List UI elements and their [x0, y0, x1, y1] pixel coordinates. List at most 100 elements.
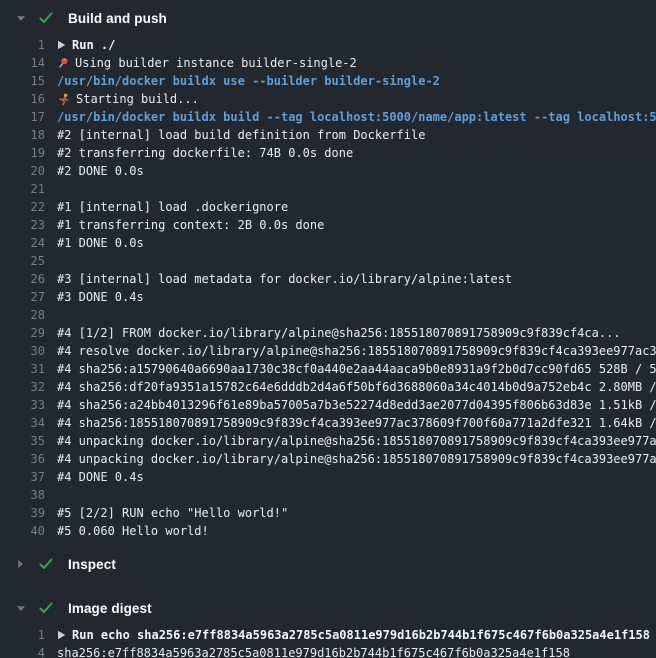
chevron-down-icon[interactable] — [15, 605, 26, 612]
log-line-text[interactable]: Run echo sha256:e7ff8834a5963a2785c5a081… — [72, 628, 650, 642]
log-line-number[interactable]: 16 — [0, 92, 45, 106]
log-line: 25 — [0, 252, 656, 270]
log-line-number[interactable]: 35 — [0, 434, 45, 448]
log-line-number[interactable]: 38 — [0, 488, 45, 502]
log-line-number[interactable]: 40 — [0, 524, 45, 538]
section-title: Image digest — [68, 601, 152, 616]
log-line-text: #4 sha256:a15790640a6690aa1730c38cf0a440… — [57, 362, 656, 376]
log-line: 40 #5 0.060 Hello world! — [0, 522, 656, 540]
log-line: 27 #3 DONE 0.4s — [0, 288, 656, 306]
log-line-text: #5 0.060 Hello world! — [57, 524, 209, 538]
log-line-number[interactable]: 36 — [0, 452, 45, 466]
log-line: 1 Run ./ — [0, 36, 656, 54]
section-header-inspect[interactable]: Inspect — [0, 546, 656, 582]
log-line-text: #4 [1/2] FROM docker.io/library/alpine@s… — [57, 326, 621, 340]
log-line-content: #4 unpacking docker.io/library/alpine@sh… — [57, 434, 656, 448]
log-line-text: #2 [internal] load build definition from… — [57, 128, 425, 142]
log-line-content: #3 [internal] load metadata for docker.i… — [57, 272, 512, 286]
log-line-text: Starting build... — [76, 92, 199, 106]
log-line-text: #4 unpacking docker.io/library/alpine@sh… — [57, 452, 656, 466]
log-section-image-digest: Image digest 1 Run echo sha256:e7ff8834a… — [0, 590, 656, 658]
section-header-build-and-push[interactable]: Build and push — [0, 0, 656, 36]
log-line-text: #4 sha256:185518070891758909c9f839cf4ca3… — [57, 416, 656, 430]
log-section-build-and-push: Build and push 1 Run ./ 14 Using builder… — [0, 0, 656, 540]
log-line-text: #1 transferring context: 2B 0.0s done — [57, 218, 324, 232]
log-line: 21 — [0, 180, 656, 198]
log-line-content: /usr/bin/docker buildx build --tag local… — [57, 110, 656, 124]
log-line-number[interactable]: 33 — [0, 398, 45, 412]
play-icon[interactable] — [57, 40, 66, 50]
log-line-number[interactable]: 25 — [0, 254, 45, 268]
log-line-text: #4 sha256:a24bb4013296f61e89ba57005a7b3e… — [57, 398, 656, 412]
pushpin-icon — [57, 57, 69, 70]
log-line: 18 #2 [internal] load build definition f… — [0, 126, 656, 144]
play-icon[interactable] — [57, 630, 66, 640]
log-line-content: Using builder instance builder-single-2 — [57, 56, 357, 70]
log-line-number[interactable]: 1 — [0, 628, 45, 642]
log-line-number[interactable]: 24 — [0, 236, 45, 250]
log-line: 36 #4 unpacking docker.io/library/alpine… — [0, 450, 656, 468]
log-line-content: #4 [1/2] FROM docker.io/library/alpine@s… — [57, 326, 621, 340]
log-line-content: #4 sha256:185518070891758909c9f839cf4ca3… — [57, 416, 656, 430]
log-line-text: Using builder instance builder-single-2 — [75, 56, 357, 70]
log-line-number[interactable]: 20 — [0, 164, 45, 178]
log-line-number[interactable]: 27 — [0, 290, 45, 304]
log-line-number[interactable]: 21 — [0, 182, 45, 196]
log-line-number[interactable]: 26 — [0, 272, 45, 286]
log-line: 4 sha256:e7ff8834a5963a2785c5a0811e979d1… — [0, 644, 656, 658]
log-line-number[interactable]: 29 — [0, 326, 45, 340]
log-line-number[interactable]: 37 — [0, 470, 45, 484]
log-line-content: Run echo sha256:e7ff8834a5963a2785c5a081… — [57, 628, 650, 642]
runner-icon — [57, 93, 70, 106]
log-line-text: #4 sha256:df20fa9351a15782c64e6dddb2d4a6… — [57, 380, 656, 394]
log-line-number[interactable]: 31 — [0, 362, 45, 376]
log-line-number[interactable]: 32 — [0, 380, 45, 394]
log-line-content: #4 sha256:df20fa9351a15782c64e6dddb2d4a6… — [57, 380, 656, 394]
log-line-content: #4 sha256:a15790640a6690aa1730c38cf0a440… — [57, 362, 656, 376]
log-line-number[interactable]: 4 — [0, 646, 45, 658]
log-line-content: #2 DONE 0.0s — [57, 164, 144, 178]
section-title: Build and push — [68, 11, 167, 26]
log-line-number[interactable]: 1 — [0, 38, 45, 52]
log-line-number[interactable]: 28 — [0, 308, 45, 322]
log-line: 20 #2 DONE 0.0s — [0, 162, 656, 180]
section-header-image-digest[interactable]: Image digest — [0, 590, 656, 626]
log-line-text[interactable]: Run ./ — [72, 38, 115, 52]
log-line: 22 #1 [internal] load .dockerignore — [0, 198, 656, 216]
chevron-down-icon[interactable] — [15, 15, 26, 22]
log-line-text: #1 [internal] load .dockerignore — [57, 200, 288, 214]
log-line-number[interactable]: 23 — [0, 218, 45, 232]
log-line: 28 — [0, 306, 656, 324]
log-line-text: sha256:e7ff8834a5963a2785c5a0811e979d16b… — [57, 646, 570, 658]
log-line-number[interactable]: 17 — [0, 110, 45, 124]
log-line-text: /usr/bin/docker buildx build --tag local… — [57, 110, 656, 124]
log-line: 17 /usr/bin/docker buildx build --tag lo… — [0, 108, 656, 126]
log-line-number[interactable]: 19 — [0, 146, 45, 160]
log-line-text: #4 DONE 0.4s — [57, 470, 144, 484]
log-line-number[interactable]: 18 — [0, 128, 45, 142]
log-line-number[interactable]: 14 — [0, 56, 45, 70]
log-line-number[interactable]: 39 — [0, 506, 45, 520]
log-line-text: #2 DONE 0.0s — [57, 164, 144, 178]
log-line-number[interactable]: 34 — [0, 416, 45, 430]
log-line: 37 #4 DONE 0.4s — [0, 468, 656, 486]
log-sections: Build and push 1 Run ./ 14 Using builder… — [0, 0, 656, 658]
log-line-content: #1 [internal] load .dockerignore — [57, 200, 288, 214]
log-line: 35 #4 unpacking docker.io/library/alpine… — [0, 432, 656, 450]
success-check-icon — [39, 558, 53, 570]
log-line: 33 #4 sha256:a24bb4013296f61e89ba57005a7… — [0, 396, 656, 414]
log-line-text: /usr/bin/docker buildx use --builder bui… — [57, 74, 440, 88]
log-line: 32 #4 sha256:df20fa9351a15782c64e6dddb2d… — [0, 378, 656, 396]
log-line-content: #2 transferring dockerfile: 74B 0.0s don… — [57, 146, 353, 160]
log-line-content: #1 DONE 0.0s — [57, 236, 144, 250]
success-check-icon — [39, 602, 53, 614]
log-line-content: #5 [2/2] RUN echo "Hello world!" — [57, 506, 288, 520]
log-line-number[interactable]: 15 — [0, 74, 45, 88]
log-line-content: #4 sha256:a24bb4013296f61e89ba57005a7b3e… — [57, 398, 656, 412]
chevron-right-icon[interactable] — [15, 559, 26, 569]
log-line-content: #4 resolve docker.io/library/alpine@sha2… — [57, 344, 656, 358]
log-line: 29 #4 [1/2] FROM docker.io/library/alpin… — [0, 324, 656, 342]
log-line-number[interactable]: 22 — [0, 200, 45, 214]
log-line-content: Run ./ — [57, 38, 115, 52]
log-line-number[interactable]: 30 — [0, 344, 45, 358]
